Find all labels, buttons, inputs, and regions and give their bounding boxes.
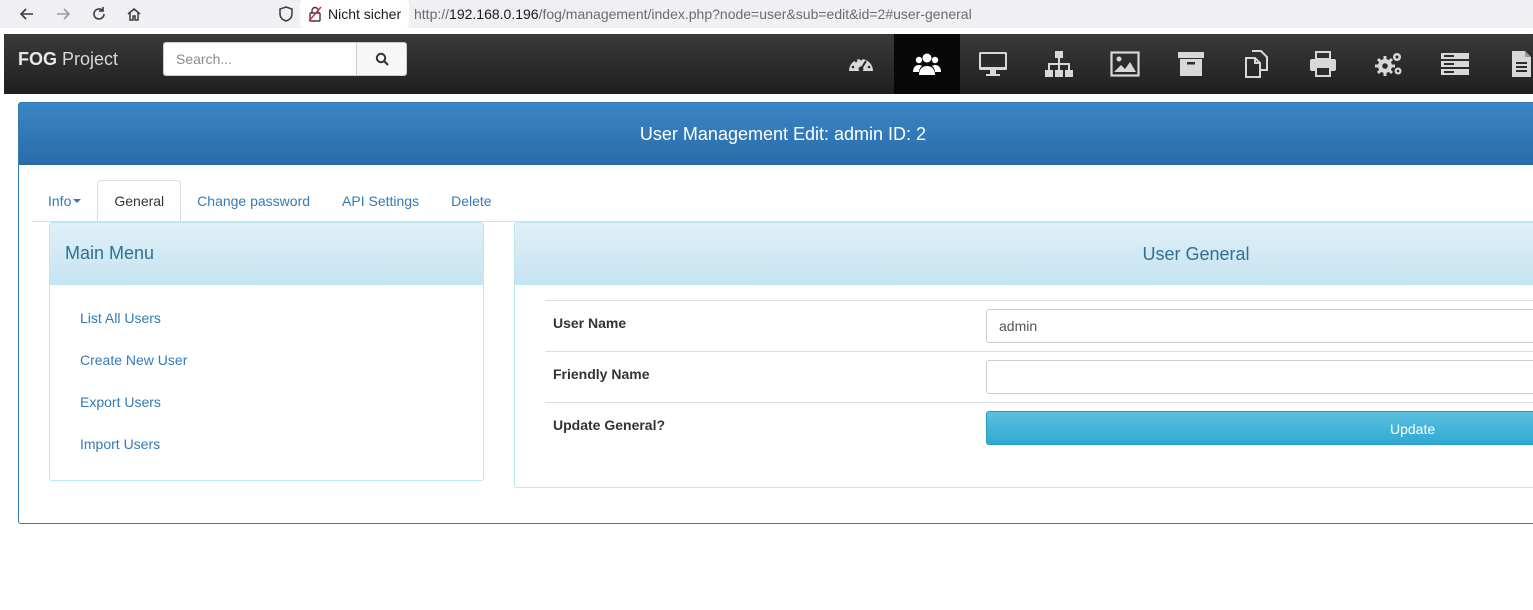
- page-title-bar: User Management Edit: admin ID: 2: [19, 103, 1533, 165]
- tab-delete-label: Delete: [451, 193, 492, 209]
- groups-icon[interactable]: [1026, 34, 1092, 94]
- reload-icon[interactable]: [88, 3, 110, 25]
- url-scheme: http://: [414, 6, 450, 22]
- tab-delete[interactable]: Delete: [435, 180, 507, 222]
- page-title: User Management Edit: admin ID: 2: [639, 123, 927, 144]
- update-button-label: Update: [1390, 421, 1436, 437]
- tab-change-password-label: Change password: [197, 193, 311, 209]
- user-general-title: User General: [1142, 243, 1250, 264]
- menu-item-create-new-user[interactable]: Create New User: [80, 352, 187, 394]
- brand-rest: Project: [57, 49, 119, 69]
- home-icon[interactable]: [123, 3, 145, 25]
- update-button[interactable]: Update: [986, 411, 1533, 445]
- snapins-icon[interactable]: [1224, 34, 1290, 94]
- update-general-label: Update General?: [553, 417, 666, 433]
- brand-bold: FOG: [18, 49, 57, 69]
- tab-info[interactable]: Info: [32, 180, 97, 222]
- main-menu-list: List All Users Create New User Export Us…: [80, 310, 187, 478]
- user-name-label: User Name: [553, 315, 627, 331]
- brand-logo[interactable]: FOG Project: [18, 49, 118, 70]
- friendly-name-row: Friendly Name: [545, 351, 1533, 402]
- search-input[interactable]: [163, 42, 357, 76]
- main-menu-panel: Main Menu List All Users Create New User…: [49, 222, 484, 481]
- caret-down-icon: [73, 199, 82, 203]
- fog-navbar: FOG Project: [4, 34, 1533, 94]
- user-name-row: User Name: [545, 300, 1533, 351]
- forward-icon[interactable]: [52, 3, 74, 25]
- tab-info-label: Info: [48, 193, 72, 209]
- search-icon: [375, 52, 389, 66]
- friendly-name-label: Friendly Name: [553, 366, 650, 382]
- friendly-name-input[interactable]: [986, 360, 1533, 394]
- storage-icon[interactable]: [1158, 34, 1224, 94]
- images-icon[interactable]: [1092, 34, 1158, 94]
- main-menu-header: Main Menu: [50, 223, 483, 285]
- browser-toolbar: Nicht sicher http://192.168.0.196/fog/ma…: [0, 0, 1533, 28]
- user-name-input[interactable]: [986, 309, 1533, 343]
- url-path: /fog/management/index.php?node=user&sub=…: [538, 6, 972, 22]
- back-icon[interactable]: [16, 3, 38, 25]
- users-icon[interactable]: [894, 34, 960, 94]
- main-menu-title: Main Menu: [65, 243, 155, 263]
- tab-change-password[interactable]: Change password: [181, 180, 326, 222]
- reports-icon[interactable]: [1488, 34, 1533, 94]
- tab-api-settings[interactable]: API Settings: [326, 180, 435, 222]
- tab-api-settings-label: API Settings: [342, 193, 420, 209]
- dashboard-icon[interactable]: [828, 34, 894, 94]
- security-label: Nicht sicher: [328, 6, 402, 22]
- security-indicator[interactable]: Nicht sicher: [300, 0, 410, 28]
- tracking-protection-shield-icon[interactable]: [277, 5, 295, 23]
- tasks-icon[interactable]: [1422, 34, 1488, 94]
- service-icon[interactable]: [1356, 34, 1422, 94]
- update-general-row: Update General? Update: [545, 402, 1533, 453]
- tab-bar: Info General Change password API Setting…: [32, 180, 508, 222]
- insecure-lock-icon: [308, 6, 322, 22]
- tab-general-label: General: [114, 193, 165, 209]
- hosts-icon[interactable]: [960, 34, 1026, 94]
- search-button[interactable]: [356, 42, 407, 76]
- menu-item-list-all-users[interactable]: List All Users: [80, 310, 187, 352]
- menu-item-import-users[interactable]: Import Users: [80, 436, 187, 478]
- menu-item-export-users[interactable]: Export Users: [80, 394, 187, 436]
- url-text[interactable]: http://192.168.0.196/fog/management/inde…: [414, 6, 972, 22]
- printers-icon[interactable]: [1290, 34, 1356, 94]
- user-general-panel: User General User Name Friendly Name Upd…: [514, 222, 1533, 488]
- tab-general[interactable]: General: [97, 180, 182, 222]
- url-host: 192.168.0.196: [449, 6, 539, 22]
